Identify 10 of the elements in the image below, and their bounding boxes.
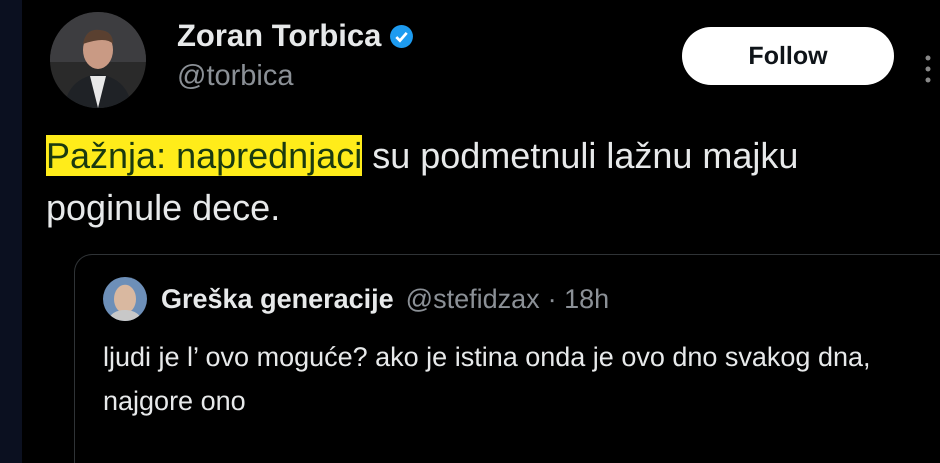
author-handle: @torbica [177, 60, 294, 93]
more-options-icon[interactable] [924, 54, 932, 84]
quoted-author-name: Greška generacije [161, 284, 394, 314]
quoted-tweet-text: ljudi je l’ ovo moguće? ako je istina onda je ovo dno svakog dna, najgore ono [103, 341, 872, 418]
quoted-tweet-card[interactable]: Greška generacije @stefidzax · 18h ljudi je l’ ovo moguće? ako je istina onda je ovo dno svakog dna, najgore ono [74, 254, 940, 463]
quoted-author-handle: @stefidzax [406, 284, 540, 314]
follow-button[interactable]: Follow [682, 27, 894, 85]
author-name: Zoran Torbica [177, 18, 382, 54]
tweet-text: Pažnja: naprednjaci su podmetnuli lažnu majku poginule dece. [46, 134, 800, 230]
quoted-tweet-time: · 18h [548, 284, 610, 314]
